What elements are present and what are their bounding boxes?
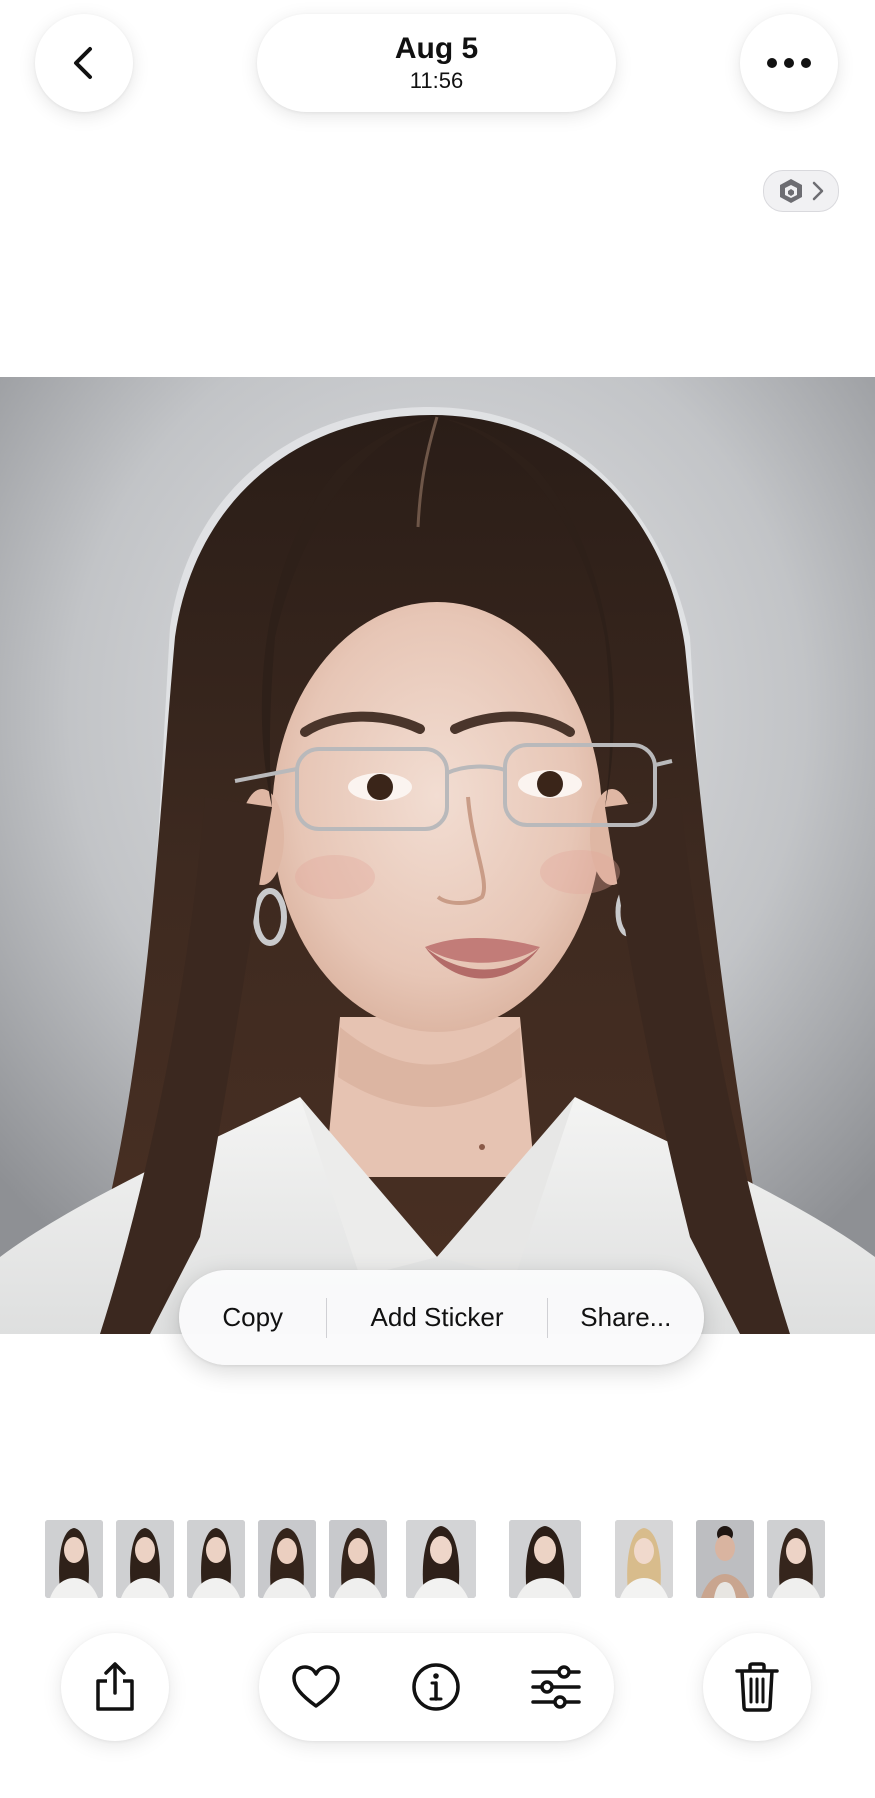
- info-icon: [412, 1663, 460, 1711]
- portrait-illustration: [0, 377, 875, 1334]
- trash-icon: [735, 1662, 779, 1712]
- delete-button[interactable]: [703, 1633, 811, 1741]
- share-icon: [96, 1662, 134, 1711]
- info-button[interactable]: [406, 1657, 466, 1717]
- thumbnail-strip: [0, 1520, 875, 1600]
- action-pill: [259, 1633, 614, 1741]
- context-menu: Copy Add Sticker Share...: [179, 1270, 704, 1365]
- thumbnail[interactable]: [767, 1520, 825, 1598]
- chevron-right-icon: [812, 181, 824, 201]
- chevron-left-icon: [74, 47, 92, 79]
- thumbnail[interactable]: [187, 1520, 245, 1598]
- thumbnail[interactable]: [406, 1520, 476, 1598]
- photo-date: Aug 5: [394, 32, 479, 65]
- thumbnail[interactable]: [45, 1520, 103, 1598]
- thumbnail[interactable]: [116, 1520, 174, 1598]
- sliders-icon: [531, 1665, 581, 1709]
- add-sticker-menu-item[interactable]: Add Sticker: [327, 1270, 546, 1365]
- favorite-button[interactable]: [286, 1657, 346, 1717]
- photo-viewer-screen: Aug 5 11:56 Copy Add Sticker Share...: [0, 0, 875, 1798]
- more-button[interactable]: [740, 14, 838, 112]
- thumbnail[interactable]: [329, 1520, 387, 1598]
- thumbnail[interactable]: [696, 1520, 754, 1598]
- share-button[interactable]: [61, 1633, 169, 1741]
- copy-menu-item[interactable]: Copy: [179, 1270, 326, 1365]
- portrait-photo[interactable]: [0, 377, 875, 1334]
- heart-icon: [292, 1665, 340, 1708]
- ellipsis-icon: [767, 58, 811, 68]
- back-button[interactable]: [35, 14, 133, 112]
- share-menu-item[interactable]: Share...: [548, 1270, 704, 1365]
- thumbnail[interactable]: [509, 1520, 581, 1598]
- visual-lookup-badge[interactable]: [763, 170, 839, 212]
- adjust-button[interactable]: [526, 1657, 586, 1717]
- thumbnail[interactable]: [615, 1520, 673, 1598]
- thumbnail[interactable]: [258, 1520, 316, 1598]
- visual-lookup-icon: [780, 179, 802, 203]
- date-title-pill[interactable]: Aug 5 11:56: [257, 14, 616, 112]
- photo-time: 11:56: [409, 68, 464, 93]
